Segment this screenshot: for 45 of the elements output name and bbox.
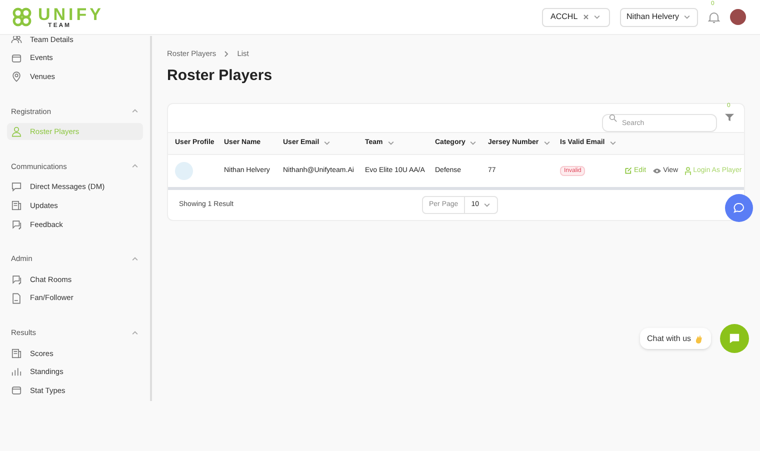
chat-button[interactable] bbox=[720, 324, 749, 353]
user-select[interactable]: Nithan Helvery bbox=[620, 8, 698, 26]
chevron-right-icon bbox=[224, 50, 230, 57]
map-pin-icon bbox=[11, 71, 22, 82]
page-title: Roster Players bbox=[167, 66, 274, 86]
waving-hand-icon bbox=[694, 334, 704, 344]
speech-bubbles-icon bbox=[11, 274, 22, 285]
chevron-down-icon[interactable] bbox=[608, 139, 617, 148]
messenger-button[interactable] bbox=[725, 194, 753, 222]
chevron-down-icon bbox=[482, 200, 491, 209]
logo-wordmark: UNIFY bbox=[38, 6, 104, 22]
chevron-up-icon[interactable] bbox=[131, 162, 139, 170]
document-icon bbox=[11, 348, 22, 359]
chevron-down-icon bbox=[592, 13, 601, 21]
file-icon bbox=[11, 292, 22, 304]
chevron-down-icon[interactable] bbox=[386, 139, 395, 148]
speech-bubble-icon bbox=[11, 181, 22, 192]
edit-icon bbox=[625, 167, 632, 174]
clear-icon[interactable] bbox=[582, 14, 589, 20]
bell-icon[interactable] bbox=[708, 10, 720, 24]
search-icon bbox=[609, 114, 617, 122]
eye-icon bbox=[653, 168, 662, 174]
people-icon bbox=[11, 36, 22, 45]
message-icon bbox=[729, 333, 740, 344]
chevron-up-icon[interactable] bbox=[131, 328, 139, 337]
avatar[interactable] bbox=[730, 9, 746, 25]
speech-bubble-icon bbox=[733, 202, 745, 214]
calendar-icon bbox=[11, 52, 22, 64]
speech-bubbles-icon bbox=[11, 218, 22, 230]
knot-logo-icon bbox=[10, 5, 34, 29]
bar-chart-icon bbox=[11, 366, 22, 378]
chevron-up-icon[interactable] bbox=[131, 107, 139, 116]
avatar bbox=[175, 162, 193, 180]
calendar-icon bbox=[11, 385, 22, 396]
chevron-down-icon[interactable] bbox=[542, 139, 551, 148]
chevron-down-icon[interactable] bbox=[469, 139, 478, 148]
league-select[interactable]: ACCHL bbox=[542, 8, 610, 26]
chevron-down-icon[interactable] bbox=[323, 139, 332, 148]
chevron-up-icon[interactable] bbox=[131, 254, 139, 263]
filter-icon[interactable] bbox=[725, 113, 734, 122]
chat-tooltip[interactable]: Chat with us bbox=[640, 328, 712, 349]
person-icon bbox=[685, 166, 692, 175]
document-icon bbox=[11, 200, 22, 212]
person-icon bbox=[11, 126, 22, 138]
chevron-down-icon bbox=[683, 13, 691, 21]
